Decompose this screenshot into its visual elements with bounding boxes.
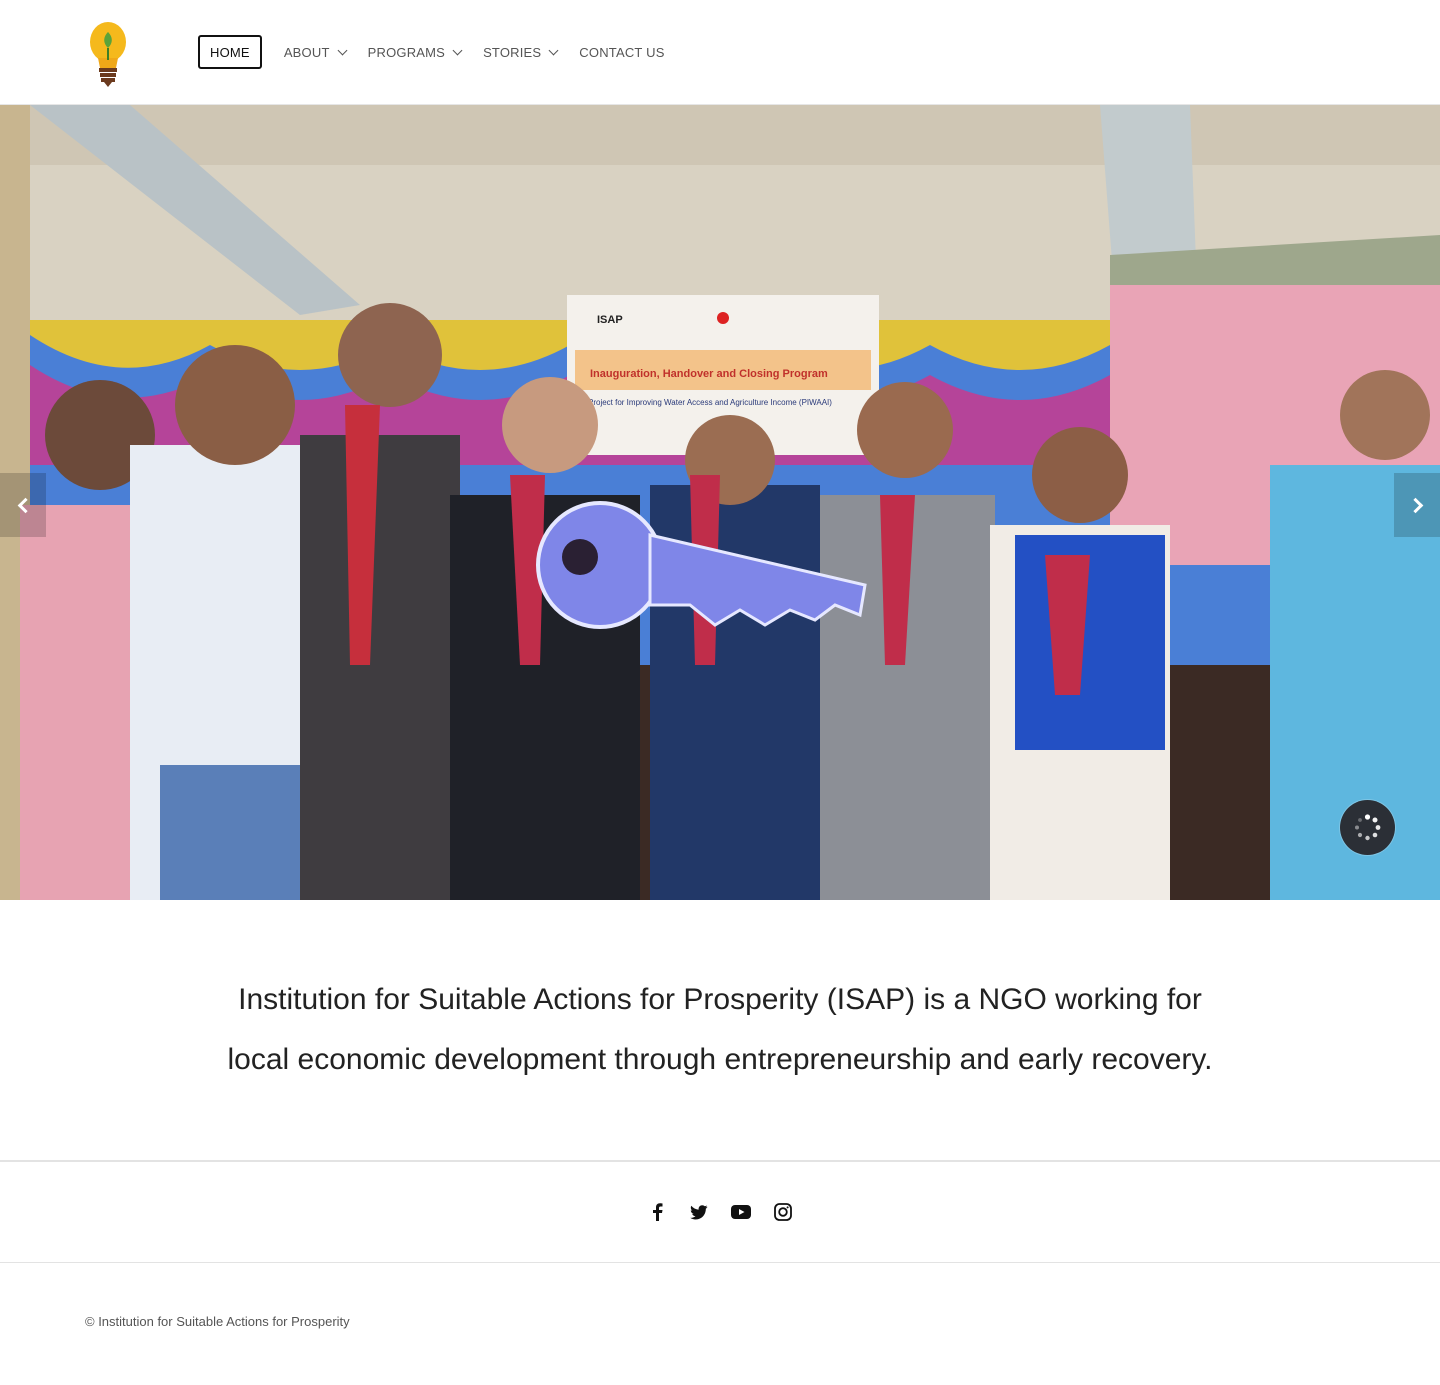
hero-slider: ISAP Inauguration, Handover and Closing … xyxy=(0,105,1440,900)
instagram-icon[interactable] xyxy=(773,1202,793,1222)
main-nav: HOME ABOUT PROGRAMS STORIES CONTACT US xyxy=(198,35,687,69)
chevron-right-icon xyxy=(1407,497,1423,513)
chevron-left-icon xyxy=(17,497,33,513)
nav-contact[interactable]: CONTACT US xyxy=(579,35,664,69)
twitter-icon[interactable] xyxy=(689,1202,709,1222)
banner-org: ISAP xyxy=(597,314,623,326)
isap-logo[interactable] xyxy=(86,18,132,88)
nav-programs[interactable]: PROGRAMS xyxy=(367,35,463,69)
facebook-icon[interactable] xyxy=(647,1202,667,1222)
loading-spinner-icon xyxy=(1340,800,1395,855)
chevron-down-icon xyxy=(337,45,348,55)
nav-stories-label: STORIES xyxy=(483,44,542,60)
nav-about[interactable]: ABOUT xyxy=(283,35,348,69)
youtube-icon[interactable] xyxy=(731,1202,751,1222)
banner-program: Inauguration, Handover and Closing Progr… xyxy=(590,368,828,380)
nav-home-label: HOME xyxy=(210,44,250,60)
mission-statement: Institution for Suitable Actions for Pro… xyxy=(227,983,1213,1076)
nav-home[interactable]: HOME xyxy=(198,35,262,69)
banner-project: Project for Improving Water Access and A… xyxy=(588,398,832,407)
nav-stories[interactable]: STORIES xyxy=(483,35,559,69)
hero-photo: ISAP Inauguration, Handover and Closing … xyxy=(0,105,1440,900)
social-links xyxy=(0,1162,1440,1262)
slider-prev-button[interactable] xyxy=(0,473,46,537)
mission-section: Institution for Suitable Actions for Pro… xyxy=(0,900,1440,1160)
chevron-down-icon xyxy=(548,45,559,55)
nav-about-label: ABOUT xyxy=(283,44,330,60)
footer-copyright: © Institution for Suitable Actions for P… xyxy=(85,1314,350,1329)
nav-contact-label: CONTACT US xyxy=(579,44,665,60)
nav-programs-label: PROGRAMS xyxy=(367,44,446,60)
site-header: HOME ABOUT PROGRAMS STORIES CONTACT US xyxy=(0,0,1440,105)
slider-next-button[interactable] xyxy=(1394,473,1440,537)
divider xyxy=(0,1262,1440,1263)
chevron-down-icon xyxy=(452,45,463,55)
